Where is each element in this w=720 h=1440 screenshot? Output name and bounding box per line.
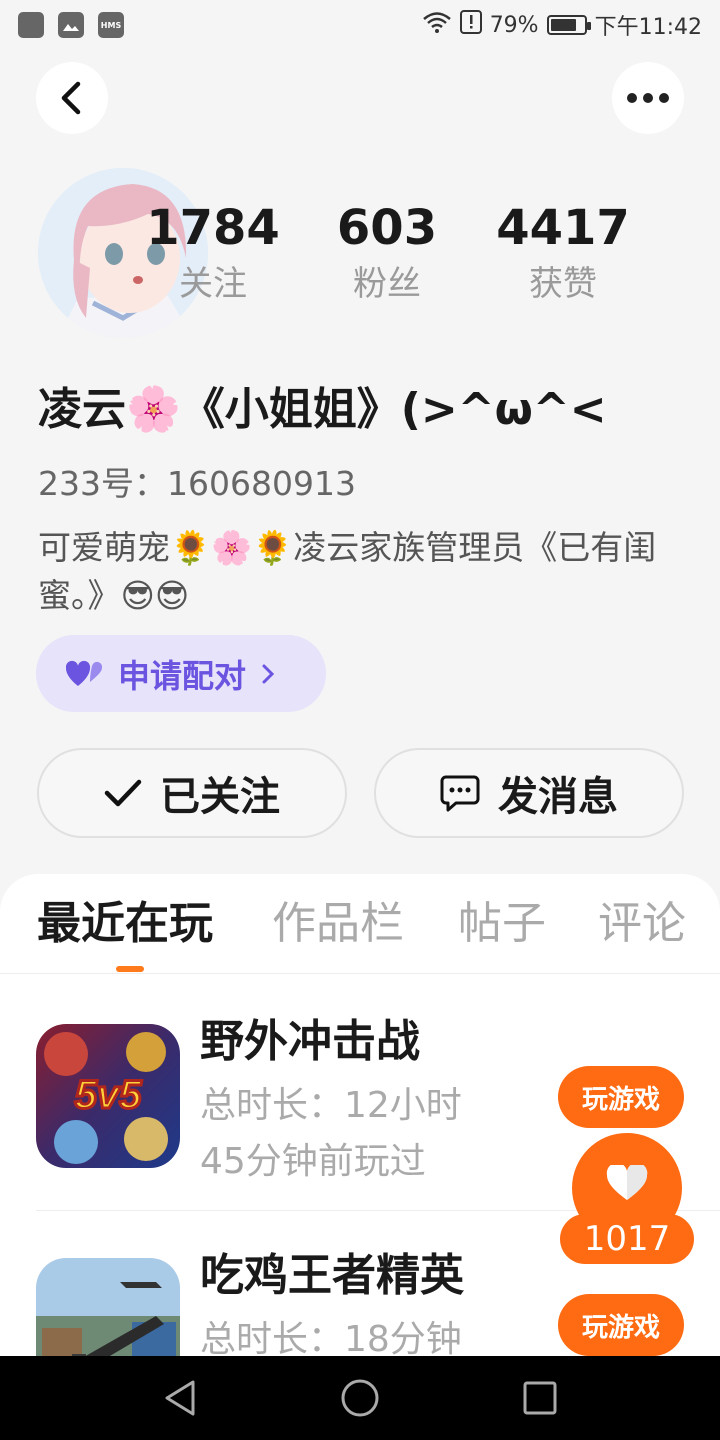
- tab-bar: 最近在玩 作品栏 帖子 评论: [0, 874, 720, 974]
- follow-button[interactable]: 已关注: [37, 748, 347, 838]
- circle-home-icon: [341, 1379, 379, 1417]
- app-icon: [18, 12, 44, 38]
- square-recents-icon: [523, 1381, 557, 1415]
- chevron-right-icon: [262, 664, 275, 683]
- back-button[interactable]: [36, 62, 108, 134]
- svg-text:5v5: 5v5: [75, 1073, 142, 1117]
- content-panel: 最近在玩 作品栏 帖子 评论 5v5 野外冲击战 总时长：12小时 45分钟前玩…: [0, 874, 720, 1374]
- tab-comments[interactable]: 评论: [598, 896, 686, 952]
- nav-back-button[interactable]: [158, 1376, 202, 1420]
- game-name: 野外冲击战: [200, 1016, 420, 1067]
- hearts-icon: [66, 660, 103, 686]
- game-icon: 5v5: [36, 1024, 180, 1168]
- tab-recent-play[interactable]: 最近在玩: [37, 896, 213, 952]
- check-icon: [104, 779, 142, 807]
- stat-likes[interactable]: 4417 获赞: [488, 198, 638, 310]
- triangle-back-icon: [165, 1380, 195, 1416]
- follow-label: 已关注: [160, 774, 280, 820]
- message-label: 发消息: [498, 774, 618, 820]
- profile-stats: 1784 关注 603 粉丝 4417 获赞: [0, 198, 720, 318]
- user-id: 233号：160680913: [38, 464, 356, 503]
- chat-icon: [440, 775, 480, 812]
- nav-recents-button[interactable]: [518, 1376, 562, 1420]
- wifi-icon: [422, 11, 452, 39]
- bio: 可爱萌宠🌻🌸🌻凌云家族管理员《已有闺蜜。》😎😎: [38, 528, 657, 615]
- chevron-left-icon: [61, 81, 81, 115]
- game-playtime: 总时长：12小时: [200, 1085, 462, 1126]
- battery-icon: [546, 15, 591, 35]
- play-game-button[interactable]: 玩游戏: [558, 1066, 684, 1128]
- hms-icon: HMS: [98, 12, 124, 38]
- tab-indicator: [116, 966, 144, 972]
- stat-following[interactable]: 1784 关注: [138, 198, 288, 310]
- game-name: 吃鸡王者精英: [200, 1250, 464, 1301]
- play-game-button[interactable]: 玩游戏: [558, 1294, 684, 1356]
- system-nav-bar: [0, 1356, 720, 1440]
- nav-home-button[interactable]: [338, 1376, 382, 1420]
- tab-works[interactable]: 作品栏: [272, 896, 404, 952]
- game-last-played: 45分钟前玩过: [200, 1141, 426, 1182]
- alert-icon: [459, 10, 482, 40]
- battery-percent: 79%: [489, 12, 539, 38]
- stat-label: 粉丝: [353, 264, 421, 304]
- stat-label: 获赞: [529, 264, 597, 304]
- stat-followers[interactable]: 603 粉丝: [312, 198, 462, 310]
- username: 凌云🌸《小姐姐》(>^ω^<: [38, 384, 607, 435]
- stat-label: 关注: [179, 264, 247, 304]
- stat-value: 603: [336, 200, 438, 256]
- pair-label: 申请配对: [118, 656, 247, 695]
- heart-icon: [606, 1165, 648, 1200]
- pair-button[interactable]: 申请配对: [36, 635, 326, 712]
- more-icon: [627, 93, 669, 103]
- status-bar: HMS 79% 下午11:42: [0, 0, 720, 50]
- tab-posts[interactable]: 帖子: [458, 896, 546, 952]
- like-count: 1017: [560, 1214, 694, 1264]
- stat-value: 1784: [146, 200, 280, 256]
- stat-value: 4417: [496, 200, 630, 256]
- more-button[interactable]: [612, 62, 684, 134]
- message-button[interactable]: 发消息: [374, 748, 684, 838]
- gallery-icon: [58, 12, 84, 38]
- clock: 下午11:42: [594, 15, 702, 40]
